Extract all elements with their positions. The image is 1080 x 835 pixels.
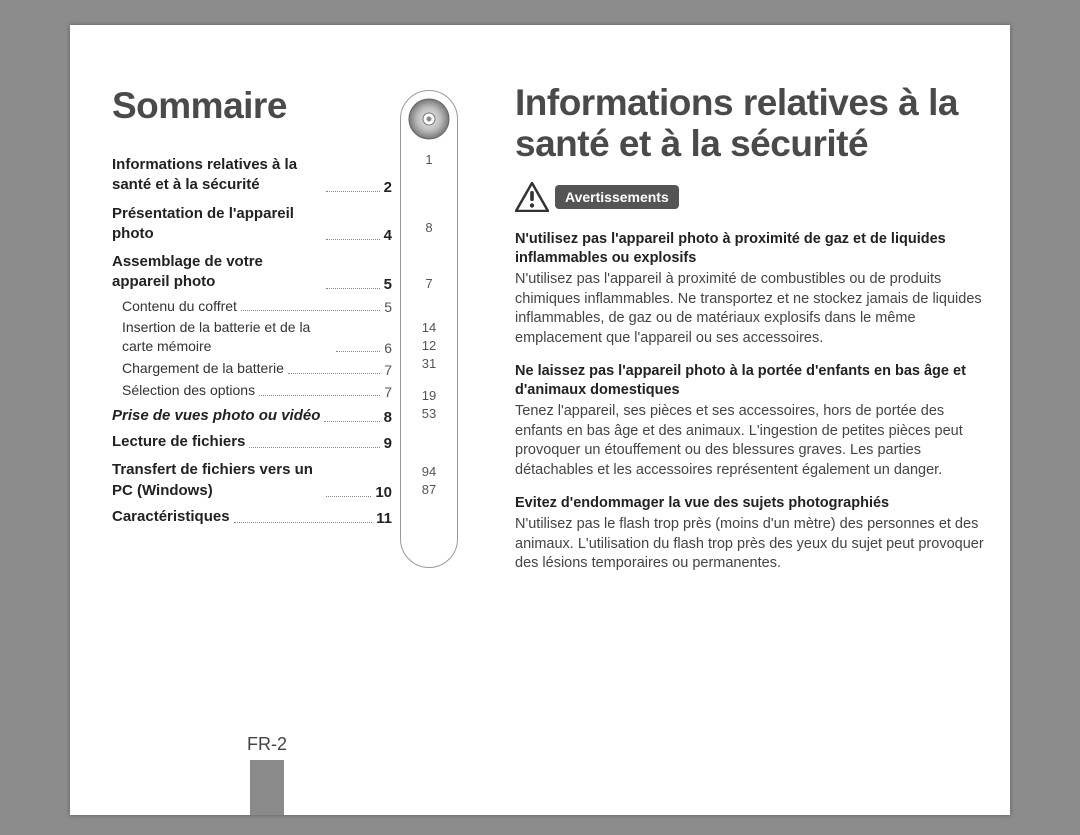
toc-entry: Chargement de la batterie 7 bbox=[112, 359, 392, 378]
cd-reference-pill: 18714123119539487 bbox=[400, 90, 458, 568]
cd-ref-number: 19 bbox=[401, 387, 457, 405]
toc-entry: Caractéristiques 11 bbox=[112, 507, 392, 527]
cd-ref-number: 1 bbox=[401, 151, 457, 169]
cd-ref-number: 8 bbox=[401, 219, 457, 237]
warning-icon bbox=[515, 182, 549, 212]
toc-page-number: 9 bbox=[384, 435, 392, 452]
left-column: Sommaire Informations relatives à la san… bbox=[112, 85, 392, 533]
cd-ref-number: 53 bbox=[401, 405, 457, 423]
toc-entry: Présentation de l'appareil photo 4 bbox=[112, 204, 392, 245]
toc-label: Informations relatives à la santé et à l… bbox=[112, 155, 322, 196]
toc-leader-dots bbox=[326, 239, 380, 240]
toc-page-number: 5 bbox=[384, 276, 392, 293]
cd-page-numbers: 18714123119539487 bbox=[401, 151, 457, 499]
right-column: Informations relatives à la santé et à l… bbox=[515, 83, 985, 588]
toc-leader-dots bbox=[259, 395, 380, 396]
toc-page-number: 6 bbox=[384, 340, 392, 356]
toc-leader-dots bbox=[241, 310, 380, 311]
toc-entry: Informations relatives à la santé et à l… bbox=[112, 155, 392, 196]
toc-label: Assemblage de votre appareil photo bbox=[112, 252, 322, 293]
toc-label: Sélection des options bbox=[122, 381, 255, 400]
warning-badge-row: Avertissements bbox=[515, 182, 985, 212]
cd-ref-number: 14 bbox=[401, 319, 457, 337]
toc-page-number: 5 bbox=[384, 299, 392, 315]
toc-page-number: 7 bbox=[384, 362, 392, 378]
cd-ref-number: 7 bbox=[401, 275, 457, 293]
cd-ref-number bbox=[401, 293, 457, 301]
toc-entry: Lecture de fichiers 9 bbox=[112, 432, 392, 452]
cd-ref-number bbox=[401, 237, 457, 245]
toc-entry: Prise de vues photo ou vidéo 8 bbox=[112, 406, 392, 426]
toc-title: Sommaire bbox=[112, 85, 392, 127]
document-page: Sommaire Informations relatives à la san… bbox=[70, 25, 1010, 815]
toc-label: Contenu du coffret bbox=[122, 297, 237, 316]
toc-entry: Sélection des options 7 bbox=[112, 381, 392, 400]
cd-ref-number: 31 bbox=[401, 355, 457, 373]
toc-leader-dots bbox=[288, 373, 380, 374]
toc-label: Insertion de la batterie et de la carte … bbox=[122, 318, 332, 356]
section-body: Tenez l'appareil, ses pièces et ses acce… bbox=[515, 402, 985, 480]
page-number: FR-2 bbox=[220, 734, 314, 755]
toc-page-number: 7 bbox=[384, 384, 392, 400]
toc-label: Chargement de la batterie bbox=[122, 359, 284, 378]
toc-page-number: 11 bbox=[376, 510, 392, 527]
toc-page-number: 4 bbox=[384, 227, 392, 244]
section-heading: Ne laissez pas l'appareil photo à la por… bbox=[515, 362, 985, 400]
cd-icon bbox=[407, 97, 451, 141]
toc-page-number: 10 bbox=[375, 484, 392, 501]
toc-entry: Transfert de fichiers vers un PC (Window… bbox=[112, 460, 392, 501]
safety-sections: N'utilisez pas l'appareil photo à proxim… bbox=[515, 230, 985, 573]
toc-entry: Contenu du coffret 5 bbox=[112, 297, 392, 316]
cd-ref-number bbox=[401, 423, 457, 431]
cd-ref-number: 12 bbox=[401, 337, 457, 355]
section-body: N'utilisez pas le flash trop près (moins… bbox=[515, 515, 985, 574]
toc-label: Présentation de l'appareil photo bbox=[112, 204, 322, 245]
toc-leader-dots bbox=[336, 351, 380, 352]
section-heading: N'utilisez pas l'appareil photo à proxim… bbox=[515, 230, 985, 268]
toc-leader-dots bbox=[326, 191, 380, 192]
toc-page-number: 8 bbox=[384, 409, 392, 426]
page-tab-marker bbox=[250, 760, 284, 815]
toc-label: Transfert de fichiers vers un PC (Window… bbox=[112, 460, 322, 501]
section-body: N'utilisez pas l'appareil à proximité de… bbox=[515, 270, 985, 348]
toc-page-number: 2 bbox=[384, 179, 392, 196]
toc-leader-dots bbox=[326, 288, 380, 289]
toc-leader-dots bbox=[326, 496, 371, 497]
toc-entry: Insertion de la batterie et de la carte … bbox=[112, 318, 392, 356]
section-heading: Evitez d'endommager la vue des sujets ph… bbox=[515, 494, 985, 513]
toc-list: Informations relatives à la santé et à l… bbox=[112, 155, 392, 527]
toc-leader-dots bbox=[234, 522, 373, 523]
toc-label: Lecture de fichiers bbox=[112, 432, 245, 452]
toc-entry: Assemblage de votre appareil photo 5 bbox=[112, 252, 392, 293]
toc-label: Caractéristiques bbox=[112, 507, 230, 527]
warning-label: Avertissements bbox=[555, 185, 679, 209]
toc-leader-dots bbox=[324, 421, 379, 422]
safety-title: Informations relatives à la santé et à l… bbox=[515, 83, 985, 164]
toc-label: Prise de vues photo ou vidéo bbox=[112, 406, 320, 426]
cd-ref-number: 94 bbox=[401, 463, 457, 481]
cd-ref-number: 87 bbox=[401, 481, 457, 499]
toc-leader-dots bbox=[249, 447, 379, 448]
